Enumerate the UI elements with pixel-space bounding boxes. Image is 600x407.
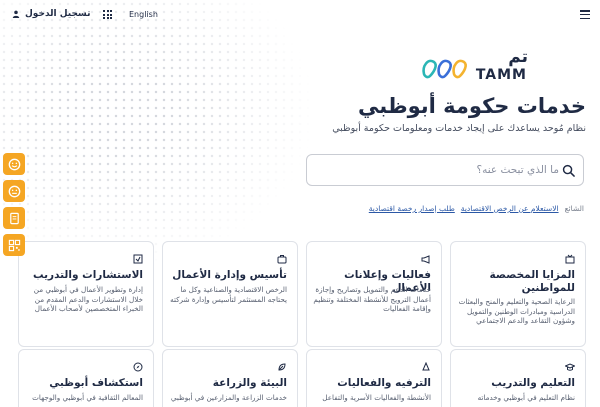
graduation-icon	[565, 363, 575, 371]
top-bar: تسجيل الدخول English	[0, 0, 600, 32]
card-title: البيئة والزراعة	[212, 377, 287, 389]
card-description: الأنشطة والفعاليات الأسرية والتفاعل	[322, 393, 431, 402]
explore-icon	[133, 362, 143, 372]
qr-button[interactable]	[3, 234, 25, 256]
card-description: الرعاية الصحية والتعليم والمنح والبعثات …	[458, 297, 575, 326]
card-description: خدمات الدعم والتمويل وتصاريح وإجازة أعما…	[313, 285, 431, 314]
search-input[interactable]	[319, 155, 559, 185]
tamm-logo-mark-icon	[422, 59, 467, 79]
card-title: المزايا المخصصة للمواطنين	[489, 269, 575, 294]
feedback-neutral-icon	[8, 185, 20, 197]
user-icon	[12, 10, 20, 18]
card-description: خدمات الزراعة والمزارعين في أبوظبي	[170, 393, 287, 402]
card-environment-agriculture[interactable]: البيئة والزراعة خدمات الزراعة والمزارعين…	[162, 349, 298, 407]
search-box	[306, 154, 584, 186]
card-title: الاستشارات والتدريب	[32, 269, 143, 281]
popular-link-economic-license-inquiry[interactable]: الاستعلام عن الرخص الاقتصادية	[461, 204, 559, 213]
card-description: المعالم الثقافية في أبوظبي والوجهات	[32, 393, 143, 402]
language-switch[interactable]: English	[129, 10, 158, 19]
consulting-icon	[133, 254, 143, 264]
tamm-logo[interactable]: تم TAMM	[420, 47, 528, 87]
megaphone-icon	[421, 255, 430, 264]
card-description: نظام التعليم في أبوظبي وخدماته	[477, 393, 575, 402]
login-label: تسجيل الدخول	[25, 9, 91, 19]
happy-feedback-button[interactable]	[3, 153, 25, 175]
login-button[interactable]: تسجيل الدخول	[12, 9, 90, 19]
popular-searches: الشائع الاستعلام عن الرخص الاقتصادية طلب…	[369, 204, 584, 213]
popular-label: الشائع	[564, 204, 584, 213]
page-subtitle: نظام مُوحد يساعدك على إيجاد خدمات ومعلوم…	[332, 123, 586, 134]
feedback-happy-icon	[8, 158, 20, 170]
card-title: الترفيه والفعاليات	[337, 377, 431, 389]
benefits-icon	[565, 254, 575, 264]
card-entertainment[interactable]: الترفيه والفعاليات الأنشطة والفعاليات ال…	[306, 349, 442, 407]
page-title: خدمات حكومة أبوظبي	[358, 94, 586, 118]
card-education[interactable]: التعليم والتدريب نظام التعليم في أبوظبي …	[450, 349, 586, 407]
card-business-setup[interactable]: تأسيس وإدارة الأعمال الرخص الاقتصادية وا…	[162, 241, 298, 347]
card-citizen-benefits[interactable]: المزايا المخصصة للمواطنين الرعاية الصحية…	[450, 241, 586, 347]
document-icon	[9, 212, 19, 224]
entertainment-icon	[422, 362, 430, 371]
search-icon[interactable]	[562, 164, 575, 177]
card-explore-abudhabi[interactable]: استكشاف أبوظبي المعالم الثقافية في أبوظب…	[18, 349, 154, 407]
card-business-events[interactable]: فعاليات وإعلانات الأعمال خدمات الدعم وال…	[306, 241, 442, 347]
card-title: تأسيس وإدارة الأعمال	[172, 269, 287, 281]
card-consulting-training[interactable]: الاستشارات والتدريب إدارة وتطوير الأعمال…	[18, 241, 154, 347]
qr-icon	[8, 239, 20, 251]
leaf-icon	[278, 363, 286, 371]
logo-arabic-text: تم	[508, 47, 528, 67]
logo-english-text: TAMM	[475, 67, 527, 83]
card-title: التعليم والتدريب	[491, 377, 575, 389]
apps-grid-icon[interactable]	[103, 10, 112, 19]
card-description: الرخص الاقتصادية والصناعية وكل ما يحتاجه…	[170, 285, 287, 304]
card-title: استكشاف أبوظبي	[49, 377, 143, 389]
neutral-feedback-button[interactable]	[3, 180, 25, 202]
card-description: إدارة وتطوير الأعمال في أبوظبي من خلال ا…	[33, 285, 143, 314]
hamburger-menu-icon[interactable]	[580, 10, 590, 19]
popular-link-issue-economic-license[interactable]: طلب إصدار رخصة اقتصادية	[369, 204, 455, 213]
briefcase-icon	[277, 255, 287, 264]
document-button[interactable]	[3, 207, 25, 229]
